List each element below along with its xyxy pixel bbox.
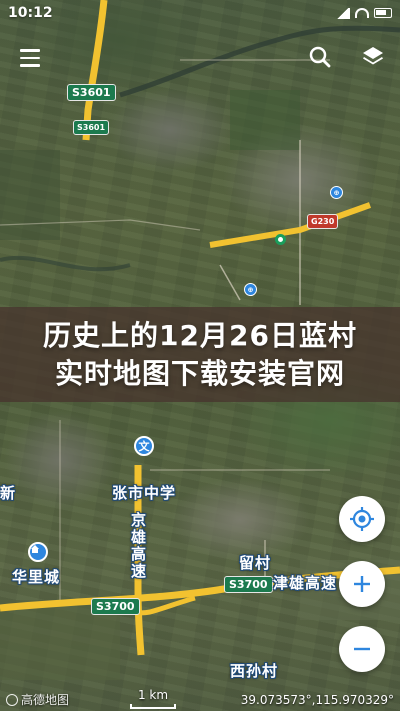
- minus-icon: [354, 647, 370, 651]
- road-shield-s3700-east: S3700: [224, 576, 273, 593]
- menu-button[interactable]: [8, 38, 52, 78]
- label-edge-left[interactable]: 新: [0, 482, 16, 503]
- label-liucun[interactable]: 留村: [239, 552, 271, 573]
- banner-title-line-1: 历史上的12月26日蓝村: [43, 318, 357, 352]
- label-zhangshi-middle-school[interactable]: 张市中学: [112, 482, 176, 503]
- title-banner: 历史上的12月26日蓝村 实时地图下载安装官网: [0, 307, 400, 402]
- layers-icon: [363, 47, 383, 65]
- locate-icon: [350, 507, 374, 531]
- plus-icon: [354, 576, 370, 592]
- wifi-icon: [355, 8, 369, 18]
- coordinates-readout: 39.073573°,115.970329°: [240, 692, 394, 707]
- scale-bar: [130, 704, 176, 709]
- provider-name: 高德地图: [21, 693, 70, 707]
- provider-logo-icon: [6, 693, 18, 706]
- poi-pin-small-icon[interactable]: ⊕: [330, 186, 343, 199]
- hamburger-line: [20, 56, 40, 60]
- road-shield-g230: G230: [307, 214, 339, 229]
- zoom-out-button[interactable]: [339, 626, 385, 672]
- search-icon: [309, 46, 331, 68]
- label-jinxiong-expressway[interactable]: 津雄高速: [273, 572, 337, 593]
- status-bar: 10:12: [0, 0, 400, 26]
- school-pin-icon[interactable]: 文: [134, 436, 154, 456]
- provider-logo: 高德地图: [6, 691, 69, 708]
- label-xisuncun[interactable]: 西孙村: [230, 660, 278, 681]
- label-jingxiong-expressway[interactable]: 京雄高速: [128, 512, 149, 580]
- status-time: 10:12: [8, 5, 53, 21]
- town-marker-icon[interactable]: [275, 234, 286, 245]
- battery-icon: [374, 8, 392, 18]
- hamburger-icon: [20, 49, 40, 52]
- bottom-bar: 高德地图 1 km 39.073573°,115.970329°: [0, 688, 400, 711]
- label-huali-city[interactable]: 华里城: [12, 566, 60, 587]
- road-shield-s3700-west: S3700: [91, 598, 140, 615]
- layers-button[interactable]: [356, 40, 390, 74]
- poi-pin-small-2-icon[interactable]: ⊕: [244, 283, 257, 296]
- locate-button[interactable]: [339, 496, 385, 542]
- road-shield-s3601-b: S3601: [73, 120, 110, 135]
- road-shield-s3601-a: S3601: [67, 84, 116, 101]
- residential-pin-icon[interactable]: [28, 542, 48, 562]
- zoom-in-button[interactable]: [339, 561, 385, 607]
- status-icons: [336, 7, 392, 19]
- hamburger-line: [20, 64, 40, 67]
- scale-label: 1 km: [137, 688, 169, 702]
- banner-title-line-2: 实时地图下载安装官网: [54, 356, 345, 390]
- search-button[interactable]: [303, 40, 337, 74]
- signal-icon: [336, 7, 350, 19]
